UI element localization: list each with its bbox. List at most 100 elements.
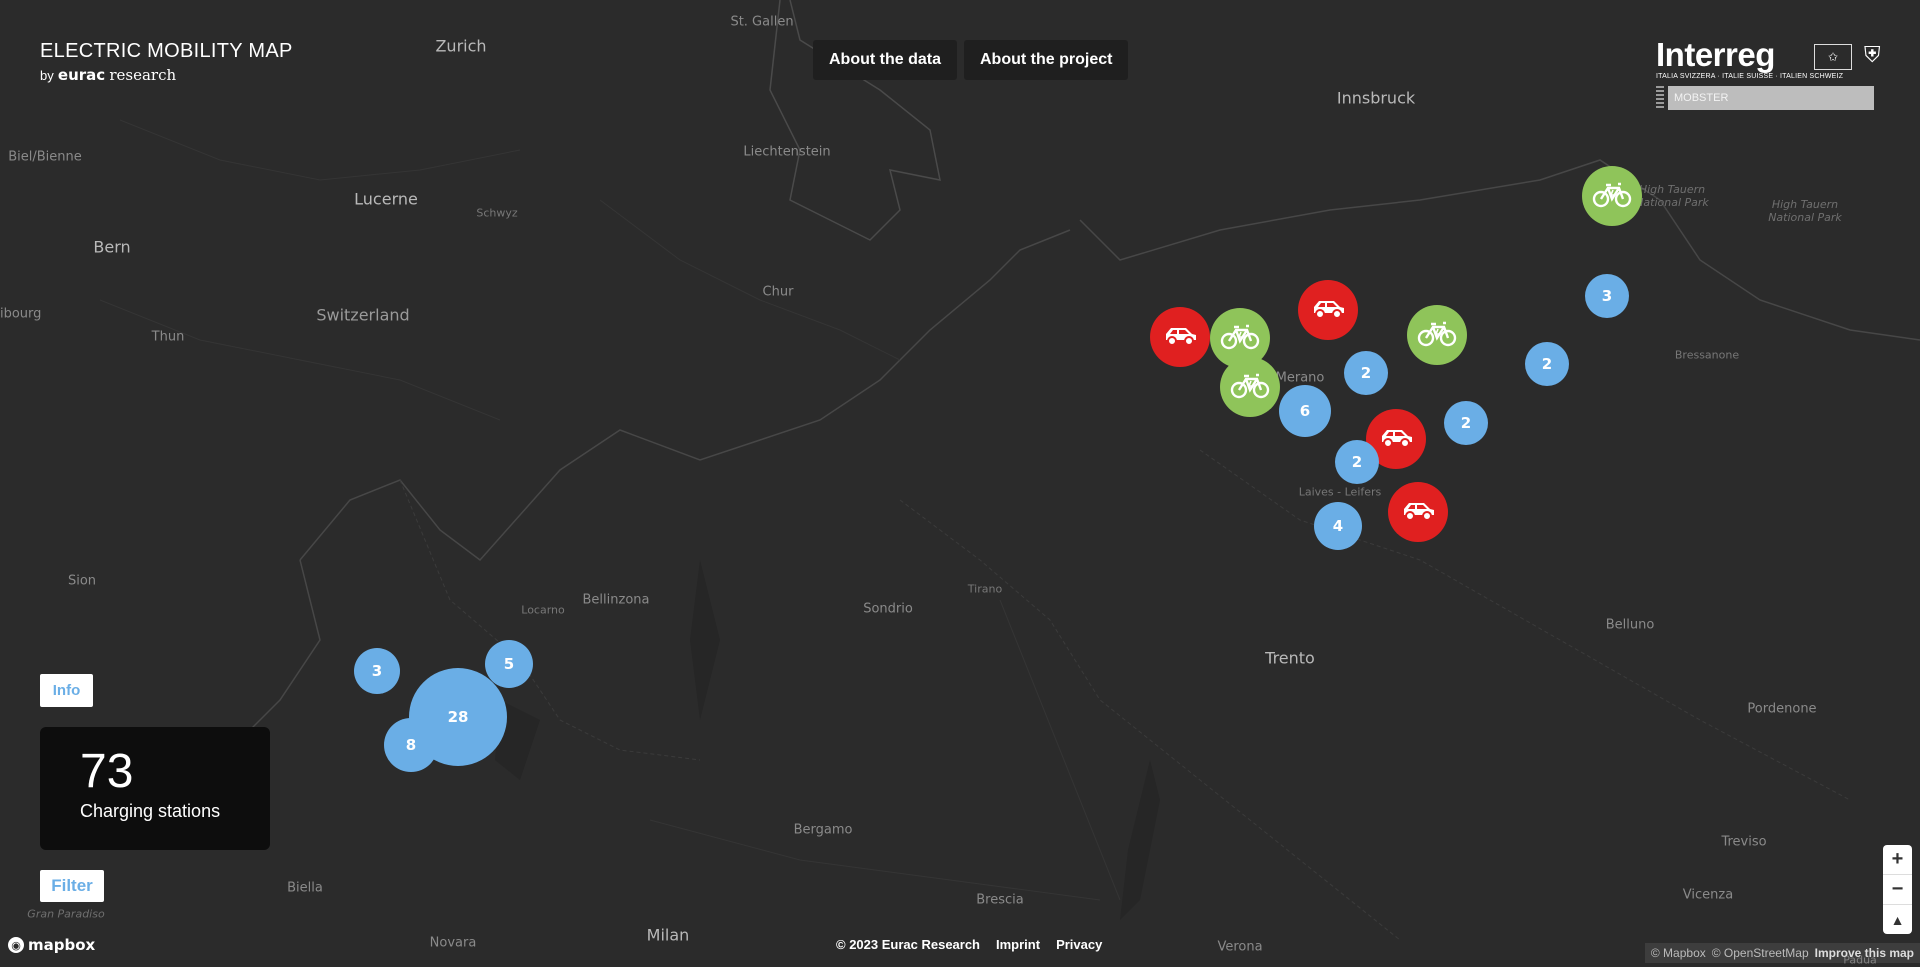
mapbox-icon: ◉ (8, 937, 24, 953)
place-label: Milan (646, 925, 690, 945)
place-label: Biella (287, 880, 323, 896)
mapbox-logo[interactable]: ◉ mapbox (8, 936, 95, 954)
place-label: Biel/Bienne (8, 149, 82, 165)
car-icon (1398, 497, 1438, 528)
info-tab[interactable]: Info (40, 674, 93, 707)
filter-tab[interactable]: Filter (40, 870, 104, 902)
station-cluster-marker[interactable]: 2 (1335, 440, 1379, 484)
place-label: High Tauern National Park (1768, 198, 1842, 224)
bike-charging-marker[interactable] (1582, 166, 1642, 226)
car-charging-marker[interactable] (1298, 280, 1358, 340)
cluster-count: 4 (1332, 517, 1344, 535)
place-label: Bern (93, 237, 131, 257)
cluster-count: 2 (1351, 453, 1363, 471)
place-label: Zurich (435, 36, 487, 56)
place-label: Trento (1265, 648, 1315, 668)
place-label: Sion (67, 573, 97, 589)
cluster-count: 6 (1299, 402, 1311, 420)
cluster-count: 2 (1541, 355, 1553, 373)
map-attribution: © Mapbox © OpenStreetMap Improve this ma… (1644, 943, 1920, 963)
place-label: Thun (151, 329, 185, 345)
station-cluster-marker[interactable]: 4 (1314, 502, 1362, 550)
partner-tagline: ITALIA SVIZZERA · ITALIE SUISSE · ITALIE… (1656, 73, 1844, 80)
mapbox-label: mapbox (28, 936, 96, 954)
project-bar: MOBSTER (1656, 86, 1874, 110)
place-label: Liechtenstein (743, 144, 831, 160)
cluster-count: 3 (1601, 287, 1613, 305)
map-base (0, 0, 1920, 963)
car-charging-marker[interactable] (1388, 482, 1448, 542)
station-cluster-marker[interactable]: 3 (1585, 274, 1629, 318)
place-label: Switzerland (316, 305, 410, 325)
station-cluster-marker[interactable]: 3 (354, 648, 400, 694)
bike-charging-marker[interactable] (1407, 305, 1467, 365)
zoom-controls: + − ▲ (1883, 845, 1912, 934)
eu-flag-icon: ✩ (1814, 44, 1852, 70)
imprint-link[interactable]: Imprint (996, 937, 1040, 952)
cluster-count: 8 (405, 736, 417, 754)
app-title: ELECTRIC MOBILITY MAP (40, 40, 293, 62)
interreg-logo: Interreg (1656, 36, 1775, 73)
footer-links: © 2023 Eurac Research Imprint Privacy (836, 937, 1102, 952)
privacy-link[interactable]: Privacy (1056, 937, 1102, 952)
place-label: Innsbruck (1336, 88, 1416, 108)
byline-prefix: by (40, 68, 54, 83)
stats-panel: 73 Charging stations (40, 727, 270, 850)
place-label: Bellinzona (582, 592, 650, 608)
place-label: Novara (429, 935, 477, 951)
compass-button[interactable]: ▲ (1883, 905, 1912, 934)
cluster-count: 28 (447, 708, 469, 726)
place-label: Lucerne (354, 189, 418, 209)
bike-icon (1220, 322, 1260, 355)
station-cluster-marker[interactable]: 2 (1344, 351, 1388, 395)
place-label: Bressanone (1674, 348, 1740, 362)
place-label: Merano (1275, 370, 1325, 386)
station-cluster-marker[interactable]: 2 (1525, 342, 1569, 386)
brand-byline: by eurac research (40, 66, 293, 84)
copyright-text: © 2023 Eurac Research (836, 937, 981, 952)
place-label: Tirano (967, 582, 1003, 596)
improve-map-link[interactable]: Improve this map (1815, 946, 1914, 960)
swiss-shield-icon: ⛨ (1864, 42, 1881, 67)
place-label: Locarno (521, 603, 565, 617)
station-count: 73 (80, 745, 134, 798)
map-canvas[interactable]: St. Gallen Zurich Liechtenstein Innsbruck Bi… (0, 0, 1920, 967)
car-charging-marker[interactable] (1150, 307, 1210, 367)
place-label: Schwyz (476, 206, 518, 220)
top-nav: About the data About the project (813, 40, 1129, 80)
place-label: St. Gallen (730, 14, 794, 30)
about-data-button[interactable]: About the data (813, 40, 957, 80)
osm-attribution-link[interactable]: © OpenStreetMap (1712, 946, 1809, 960)
place-label: Brescia (976, 892, 1024, 908)
cluster-count: 5 (503, 655, 515, 673)
bike-charging-marker[interactable] (1220, 357, 1280, 417)
bike-icon (1417, 319, 1457, 352)
brand-block: ELECTRIC MOBILITY MAP by eurac research (40, 40, 293, 84)
org-name-bold: eurac (57, 66, 106, 84)
place-label: Vicenza (1682, 887, 1734, 903)
place-label: Belluno (1605, 617, 1655, 633)
place-label: Bergamo (793, 822, 853, 838)
place-label: Gran Paradiso (27, 907, 105, 921)
partner-logo: Interreg ✩ ⛨ ITALIA SVIZZERA · ITALIE SU… (1656, 36, 1882, 110)
station-cluster-marker[interactable]: 8 (384, 718, 438, 772)
grip-icon (1656, 86, 1664, 110)
zoom-in-button[interactable]: + (1883, 845, 1912, 875)
cluster-count: 2 (1460, 414, 1472, 432)
car-icon (1160, 322, 1200, 353)
station-count-label: Charging stations (80, 801, 221, 821)
place-label: Chur (762, 284, 794, 300)
car-icon (1308, 295, 1348, 326)
station-cluster-marker[interactable]: 6 (1279, 385, 1331, 437)
place-label: Pordenone (1747, 701, 1817, 717)
zoom-out-button[interactable]: − (1883, 875, 1912, 905)
mapbox-attribution-link[interactable]: © Mapbox (1651, 946, 1706, 960)
org-name-light: research (109, 66, 177, 84)
cluster-count: 2 (1360, 364, 1372, 382)
car-icon (1376, 424, 1416, 455)
place-label: Treviso (1721, 834, 1767, 850)
about-project-button[interactable]: About the project (964, 40, 1129, 80)
place-label: ribourg (0, 306, 42, 322)
station-cluster-marker[interactable]: 2 (1444, 401, 1488, 445)
station-cluster-marker[interactable]: 5 (485, 640, 533, 688)
